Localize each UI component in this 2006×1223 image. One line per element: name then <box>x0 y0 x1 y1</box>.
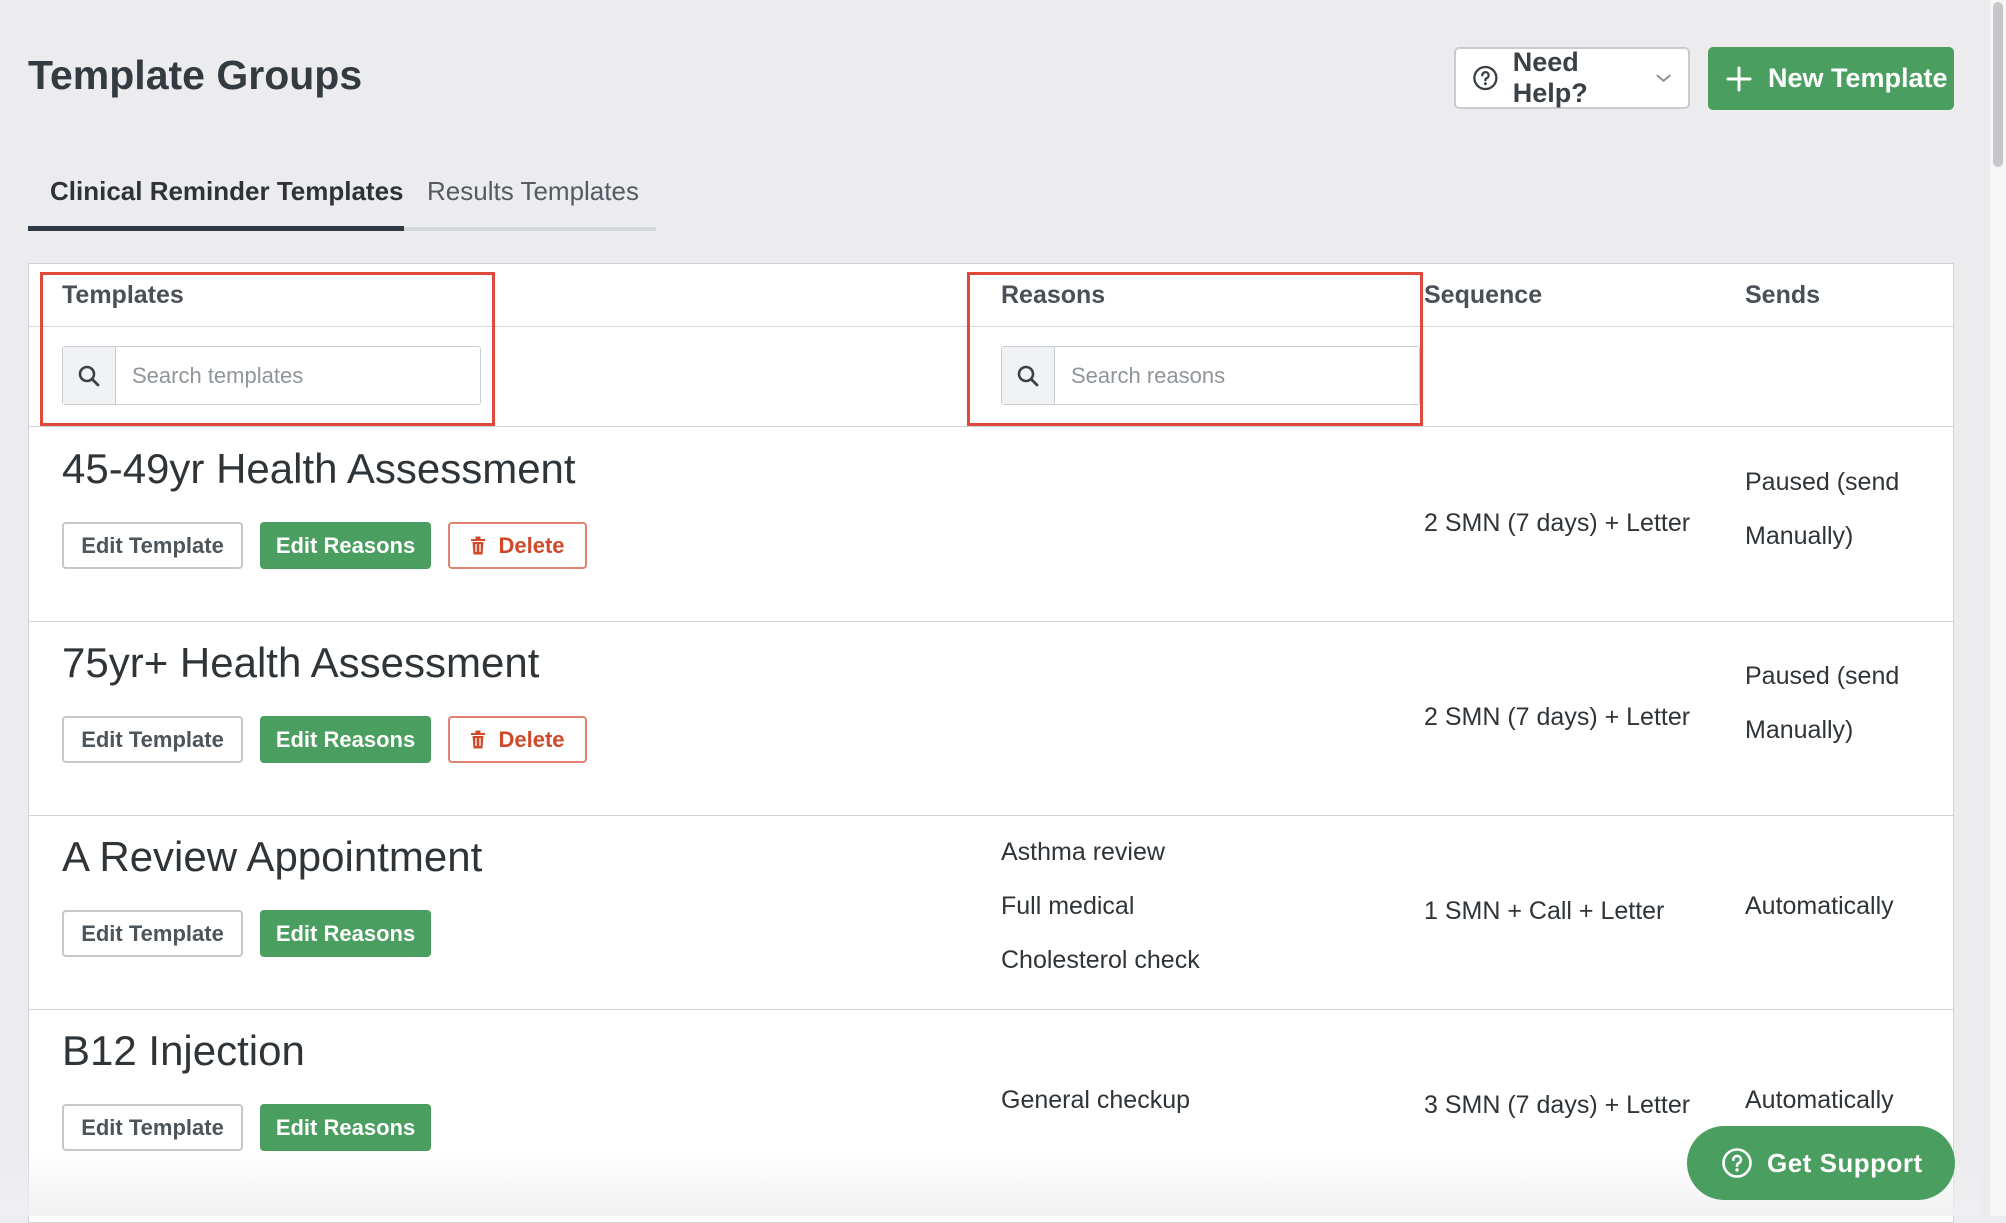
trash-icon <box>471 730 486 749</box>
sends-line: Paused (send <box>1745 662 1900 690</box>
edit-reasons-button[interactable]: Edit Reasons <box>260 522 431 569</box>
sequence-value: 2 SMN (7 days) + Letter <box>1424 703 1691 731</box>
template-name: B12 Injection <box>62 1027 305 1074</box>
trash-icon <box>471 536 486 555</box>
column-header-sequence: Sequence <box>1424 281 1543 309</box>
search-icon[interactable] <box>1002 347 1055 404</box>
edit-reasons-button[interactable]: Edit Reasons <box>260 716 431 763</box>
search-row <box>29 326 1953 427</box>
plus-icon <box>1726 66 1752 91</box>
get-support-label: Get Support <box>1767 1147 1923 1178</box>
new-template-button[interactable]: New Template <box>1708 47 1954 110</box>
tab-results-templates[interactable]: Results Templates <box>427 176 639 207</box>
sends-value: Paused (send Manually) <box>1745 649 1925 757</box>
reason-item: Full medical <box>1001 892 1135 920</box>
table-row: B12 Injection Edit Template Edit Reasons… <box>29 1009 1953 1203</box>
sequence-value: 3 SMN (7 days) + Letter <box>1424 1091 1691 1119</box>
edit-reasons-button[interactable]: Edit Reasons <box>260 910 431 957</box>
new-template-label: New Template <box>1768 63 1948 93</box>
template-name: 75yr+ Health Assessment <box>62 639 540 686</box>
column-header-templates: Templates <box>62 281 184 309</box>
search-templates-input[interactable] <box>116 347 480 404</box>
edit-template-button[interactable]: Edit Template <box>62 1104 243 1151</box>
question-circle-icon <box>1722 1148 1752 1178</box>
table-row: 75yr+ Health Assessment Edit Template Ed… <box>29 621 1953 816</box>
column-header-reasons: Reasons <box>1001 281 1106 309</box>
reasons-list: Asthma review Full medical Cholesterol c… <box>1001 825 1200 987</box>
chevron-down-icon <box>1656 74 1671 83</box>
delete-label: Delete <box>498 532 565 558</box>
need-help-dropdown[interactable]: Need Help? <box>1454 47 1690 109</box>
table-header-row: Templates Reasons Sequence Sends <box>29 264 1953 327</box>
page-scrollbar[interactable] <box>1990 0 2006 1216</box>
edit-template-button[interactable]: Edit Template <box>62 716 243 763</box>
template-name: 45-49yr Health Assessment <box>62 445 576 492</box>
page: Template Groups Need Help? New Template … <box>0 0 1980 1223</box>
edit-template-button[interactable]: Edit Template <box>62 522 243 569</box>
delete-button[interactable]: Delete <box>448 522 587 569</box>
active-tab-indicator <box>28 226 404 231</box>
question-circle-icon <box>1473 65 1498 91</box>
sends-line: Manually) <box>1745 716 1854 744</box>
edit-reasons-button[interactable]: Edit Reasons <box>260 1104 431 1151</box>
sequence-value: 1 SMN + Call + Letter <box>1424 897 1665 925</box>
edit-template-button[interactable]: Edit Template <box>62 910 243 957</box>
table-row: A Review Appointment Edit Template Edit … <box>29 815 1953 1010</box>
sends-line: Paused (send <box>1745 468 1900 496</box>
templates-table: Templates Reasons Sequence Sends Search … <box>28 263 1954 1223</box>
column-header-sends: Sends <box>1745 281 1821 309</box>
reason-item: Cholesterol check <box>1001 946 1200 974</box>
delete-button[interactable]: Delete <box>448 716 587 763</box>
reason-item: Asthma review <box>1001 838 1165 866</box>
template-tabs: Clinical Reminder Templates Results Temp… <box>28 170 656 231</box>
search-icon[interactable] <box>63 347 116 404</box>
page-title: Template Groups <box>28 52 363 98</box>
sends-value: Paused (send Manually) <box>1745 455 1925 563</box>
template-name: A Review Appointment <box>62 833 483 880</box>
search-templates-box <box>62 346 481 405</box>
need-help-label: Need Help? <box>1512 47 1588 108</box>
table-row: 45-49yr Health Assessment Edit Template … <box>29 427 1953 622</box>
sends-line: Automatically <box>1745 1086 1894 1114</box>
sequence-value: 2 SMN (7 days) + Letter <box>1424 509 1691 537</box>
sends-value: Automatically <box>1745 1073 1925 1127</box>
get-support-button[interactable]: Get Support <box>1687 1126 1955 1200</box>
reasons-list: General checkup <box>1001 1073 1190 1127</box>
reason-item: General checkup <box>1001 1086 1191 1114</box>
tab-clinical-reminder-templates[interactable]: Clinical Reminder Templates <box>50 176 404 207</box>
search-reasons-box <box>1001 346 1420 405</box>
sends-line: Automatically <box>1745 892 1894 920</box>
search-reasons-input[interactable] <box>1055 347 1419 404</box>
delete-label: Delete <box>498 726 565 752</box>
sends-value: Automatically <box>1745 879 1925 933</box>
scrollbar-thumb[interactable] <box>1993 2 2003 167</box>
sends-line: Manually) <box>1745 522 1854 550</box>
